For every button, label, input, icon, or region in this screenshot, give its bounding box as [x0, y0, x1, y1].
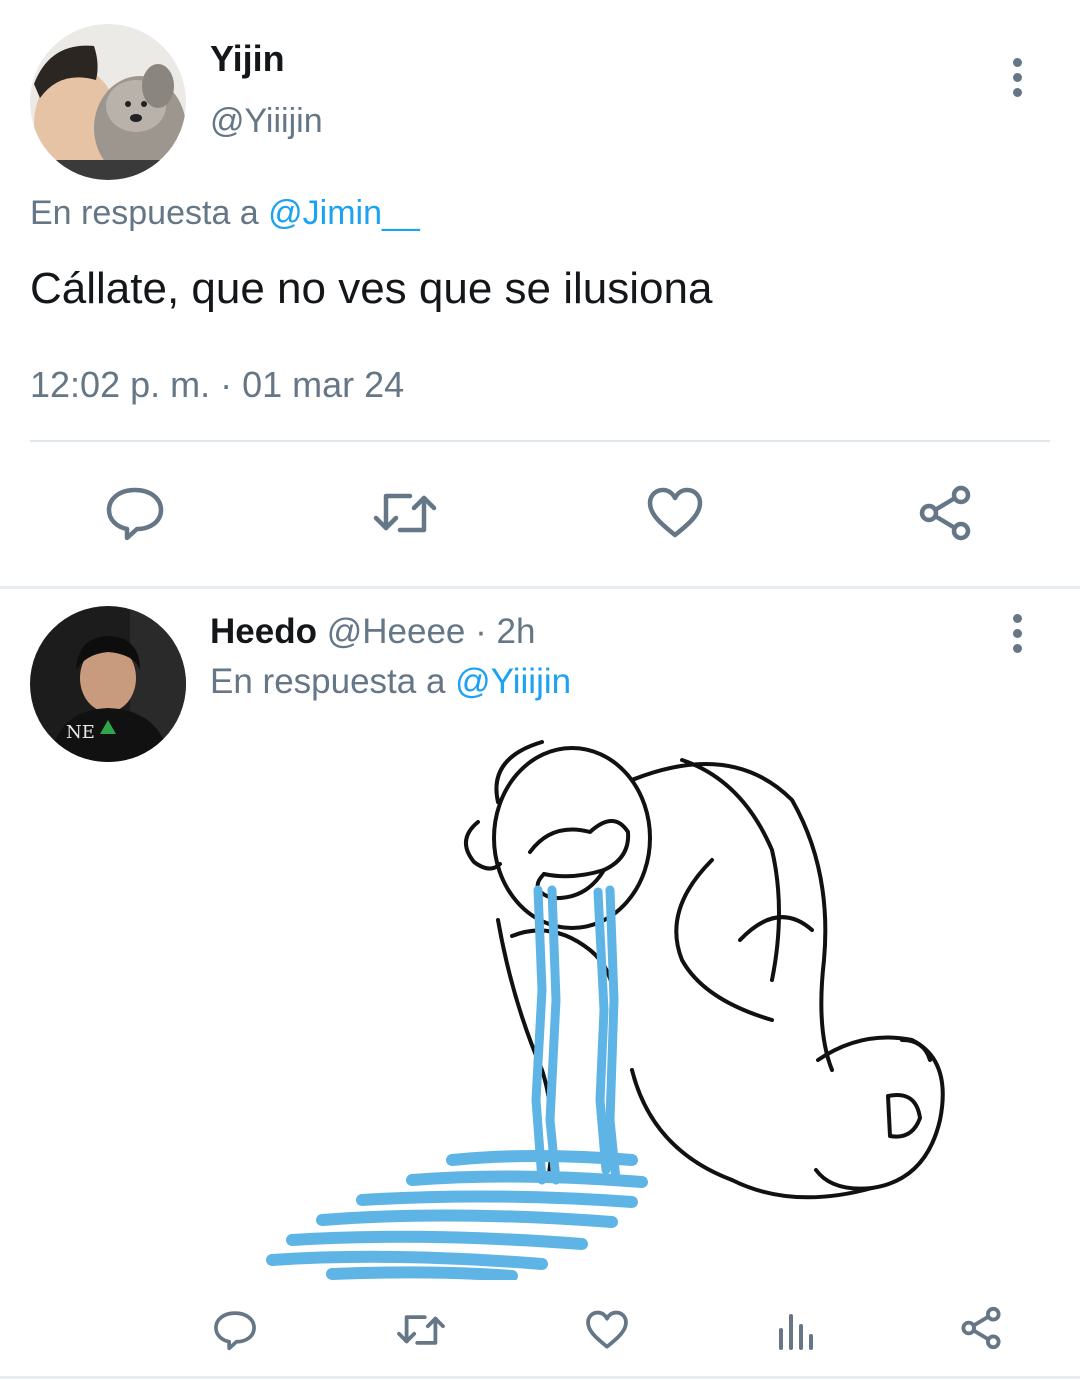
author-handle[interactable]: @Heeee [327, 612, 466, 651]
share-icon [961, 1306, 1001, 1350]
like-icon [586, 1310, 628, 1349]
reply-icon [106, 487, 164, 541]
retweet-icon [373, 493, 437, 533]
reply-to-link[interactable]: @Yiiijin [455, 662, 571, 701]
media-image[interactable] [212, 740, 1020, 1280]
retweet-button[interactable] [360, 478, 450, 548]
share-button[interactable] [900, 478, 990, 548]
section-separator [0, 1376, 1080, 1379]
reply-prefix: En respuesta a [30, 194, 259, 232]
reply-context: En respuesta a @Yiiijin [210, 662, 571, 702]
retweet-icon [397, 1315, 445, 1345]
like-button[interactable] [630, 478, 720, 548]
analytics-icon [779, 1314, 813, 1350]
section-separator [0, 586, 1080, 589]
like-icon [647, 487, 703, 538]
retweet-button[interactable] [386, 1300, 456, 1360]
author-name[interactable]: Heedo [210, 612, 317, 651]
author-name[interactable]: Yijin [210, 38, 285, 80]
like-button[interactable] [572, 1300, 642, 1360]
reply-button[interactable] [200, 1300, 270, 1360]
tweet-text: Cállate, que no ves que se ilusiona [30, 264, 713, 313]
author-handle[interactable]: @Yiiijin [210, 102, 323, 141]
avatar[interactable] [30, 24, 186, 180]
reply-time[interactable]: · 2h [475, 612, 535, 651]
svg-text:NE: NE [66, 722, 95, 743]
analytics-button[interactable] [760, 1300, 830, 1360]
reply-to-link[interactable]: @Jimin__ [268, 194, 420, 232]
reply-icon [214, 1311, 256, 1351]
reply-header: Heedo @Heeee · 2h [210, 612, 535, 652]
more-options-icon[interactable] [1010, 614, 1024, 653]
tweet-timestamp[interactable]: 12:02 p. m. · 01 mar 24 [30, 364, 404, 406]
reply-context: En respuesta a @Jimin__ [30, 194, 420, 233]
more-options-icon[interactable] [1010, 58, 1024, 97]
divider [30, 440, 1050, 442]
share-icon [919, 485, 971, 541]
share-button[interactable] [946, 1296, 1016, 1360]
reply-prefix: En respuesta a [210, 662, 446, 701]
avatar[interactable]: NE [30, 606, 186, 762]
reply-button[interactable] [90, 478, 180, 548]
